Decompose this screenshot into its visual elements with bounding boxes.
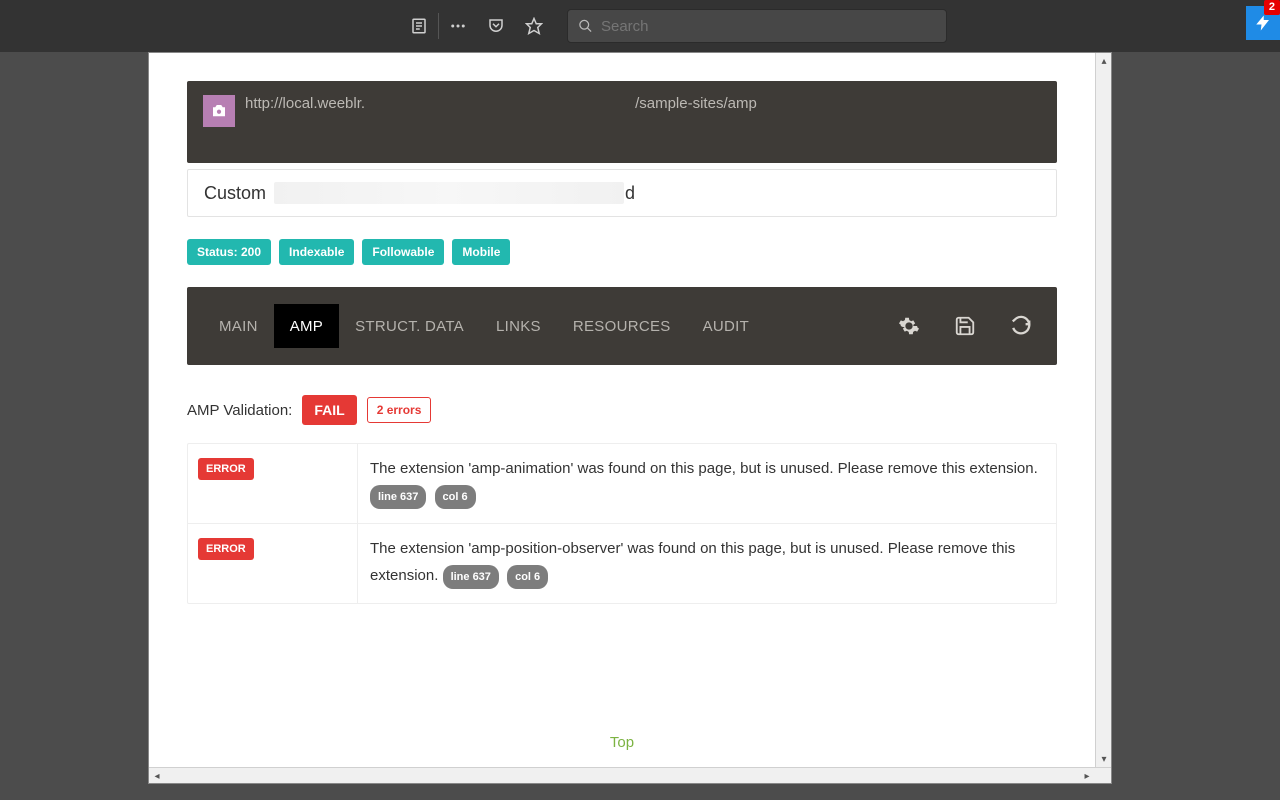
search-bar[interactable] <box>567 9 947 43</box>
url-suffix: /sample-sites/amp <box>635 95 757 112</box>
camera-icon[interactable] <box>203 95 235 127</box>
scroll-right-icon[interactable]: ▸ <box>1079 768 1095 784</box>
scroll-down-icon[interactable]: ▾ <box>1096 751 1112 767</box>
badge-status: Status: 200 <box>187 239 271 265</box>
back-to-top-link[interactable]: Top <box>187 734 1057 751</box>
error-row: ERROR The extension 'amp-position-observ… <box>188 523 1056 603</box>
tab-amp[interactable]: AMP <box>274 304 339 348</box>
badge-mobile: Mobile <box>452 239 510 265</box>
scroll-up-icon[interactable]: ▴ <box>1096 53 1112 69</box>
save-icon[interactable] <box>945 306 985 346</box>
error-line: line 637 <box>443 565 499 590</box>
pocket-icon[interactable] <box>477 10 515 42</box>
errors-table: ERROR The extension 'amp-animation' was … <box>187 443 1057 604</box>
tabs-bar: MAIN AMP STRUCT. DATA LINKS RESOURCES AU… <box>187 287 1057 365</box>
validation-summary: AMP Validation: FAIL 2 errors <box>187 395 1057 425</box>
tab-links[interactable]: LINKS <box>480 304 557 348</box>
page-title-redacted <box>274 182 624 204</box>
search-icon <box>578 18 593 34</box>
error-severity: ERROR <box>198 538 254 560</box>
search-input[interactable] <box>601 18 936 35</box>
tab-main[interactable]: MAIN <box>203 304 274 348</box>
error-row: ERROR The extension 'amp-animation' was … <box>188 444 1056 523</box>
browser-toolbar: 2 <box>0 0 1280 52</box>
error-col: col 6 <box>435 485 476 510</box>
badge-followable: Followable <box>362 239 444 265</box>
badge-indexable: Indexable <box>279 239 354 265</box>
error-line: line 637 <box>370 485 426 510</box>
error-col: col 6 <box>507 565 548 590</box>
horizontal-scrollbar[interactable]: ◂ ▸ <box>149 767 1111 783</box>
settings-icon[interactable] <box>889 306 929 346</box>
error-severity: ERROR <box>198 458 254 480</box>
extension-badge-count: 2 <box>1264 0 1280 15</box>
page-viewport: http://local.weeblr. /sample-sites/amp Cu… <box>148 52 1112 784</box>
validation-status-badge: FAIL <box>302 395 356 425</box>
page-title-panel: Custom d <box>187 169 1057 217</box>
vertical-scrollbar[interactable]: ▴ ▾ <box>1095 53 1111 767</box>
page-title-prefix: Custom <box>204 183 266 204</box>
extension-badge[interactable]: 2 <box>1244 0 1280 40</box>
url-redacted <box>365 97 635 111</box>
validation-error-count: 2 errors <box>367 397 432 423</box>
page-actions-icon[interactable] <box>439 10 477 42</box>
bookmark-star-icon[interactable] <box>515 10 553 42</box>
page-title-trail: d <box>625 183 635 204</box>
tab-struct-data[interactable]: STRUCT. DATA <box>339 304 480 348</box>
url-panel: http://local.weeblr. /sample-sites/amp <box>187 81 1057 163</box>
tab-resources[interactable]: RESOURCES <box>557 304 687 348</box>
validation-label: AMP Validation: <box>187 402 292 419</box>
refresh-icon[interactable] <box>1001 306 1041 346</box>
error-message: The extension 'amp-animation' was found … <box>370 460 1038 477</box>
tab-audit[interactable]: AUDIT <box>687 304 766 348</box>
reader-view-icon[interactable] <box>400 10 438 42</box>
scroll-left-icon[interactable]: ◂ <box>149 768 165 784</box>
url-prefix: http://local.weeblr. <box>245 95 365 112</box>
status-badges: Status: 200 Indexable Followable Mobile <box>187 239 1057 265</box>
page-url: http://local.weeblr. /sample-sites/amp <box>245 95 757 112</box>
